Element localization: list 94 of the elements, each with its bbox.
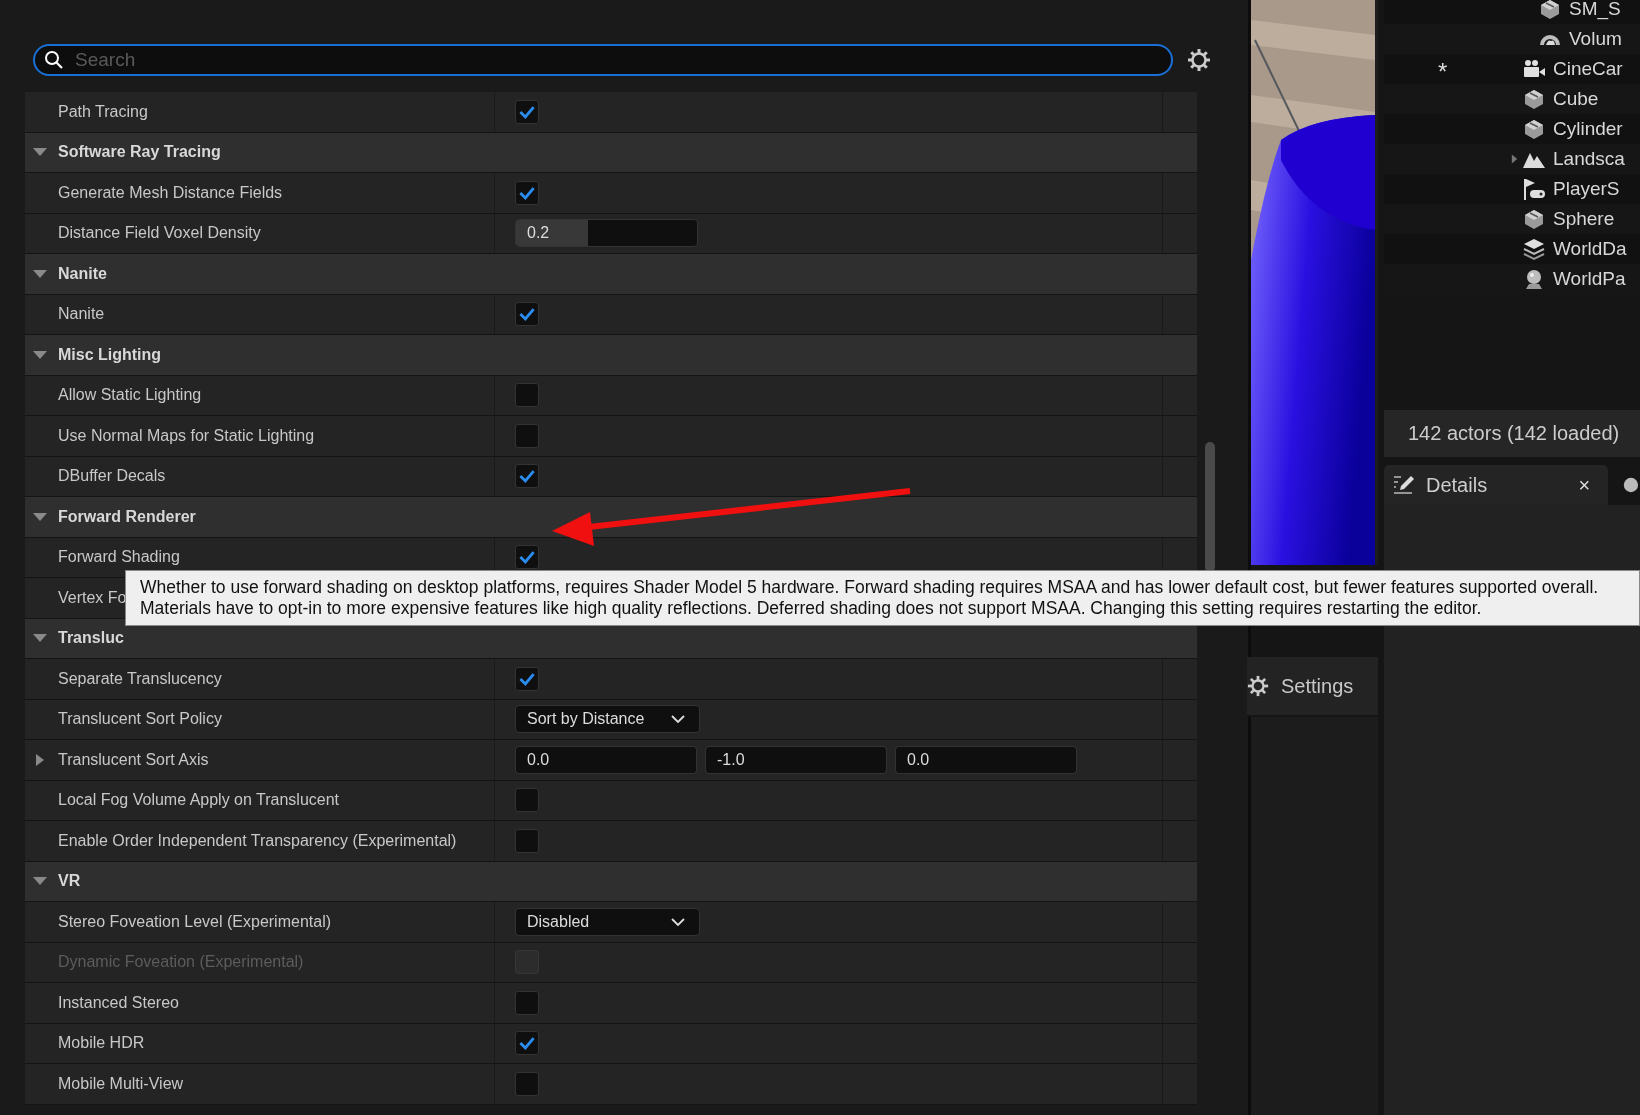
checkbox[interactable] <box>515 666 539 691</box>
number-field[interactable]: -1.0 <box>705 745 887 774</box>
tooltip-text: Whether to use forward shading on desktop platforms, requires Shader Model 5 hardware. Forward shading requires MSAA and has lower default cost, but fewer features supported overall. <box>140 577 1600 598</box>
checkbox[interactable] <box>515 1031 539 1056</box>
property-label: Generate Mesh Distance Fields <box>58 183 283 202</box>
collapse-arrow-icon[interactable] <box>33 511 47 522</box>
actor-name: Cylinder <box>1553 118 1623 140</box>
property-label: Local Fog Volume Apply on Translucent <box>58 791 340 810</box>
number-slider-field[interactable]: 0.2 <box>515 219 698 248</box>
category-header[interactable]: Software Ray Tracing <box>25 132 1197 173</box>
category-header[interactable]: Misc Lighting <box>25 335 1197 376</box>
chevron-down-icon <box>671 715 685 724</box>
close-button[interactable]: × <box>1578 473 1591 497</box>
checkbox[interactable] <box>515 423 539 448</box>
outliner-row[interactable]: * CineCar <box>1384 54 1640 84</box>
checkbox[interactable] <box>515 788 539 813</box>
actor-name: Landsca <box>1553 148 1625 170</box>
actor-name: PlayerS <box>1553 178 1620 200</box>
checkbox[interactable] <box>515 302 539 327</box>
actor-name: WorldPa <box>1553 268 1626 290</box>
collapse-arrow-icon[interactable] <box>33 268 47 279</box>
category-title: Misc Lighting <box>58 345 162 364</box>
modified-marker: * <box>1438 58 1448 86</box>
collapse-arrow-icon[interactable] <box>33 876 47 887</box>
category-header[interactable]: VR <box>25 861 1197 902</box>
category-header[interactable]: Forward Renderer <box>25 497 1197 538</box>
cube-icon <box>1522 117 1546 141</box>
actor-name: SM_S <box>1569 0 1621 20</box>
actor-name: Volum <box>1569 28 1622 50</box>
collapse-arrow-icon[interactable] <box>33 349 47 360</box>
circle-icon[interactable] <box>1622 475 1640 495</box>
pencil-icon <box>1392 473 1416 497</box>
collapse-arrow-icon[interactable] <box>33 147 47 158</box>
layers-icon <box>1522 237 1546 261</box>
property-label: Use Normal Maps for Static Lighting <box>58 426 315 445</box>
property-label: Mobile Multi-View <box>58 1074 184 1093</box>
number-field[interactable]: 0.0 <box>895 745 1077 774</box>
scrollbar-thumb[interactable] <box>1205 442 1215 572</box>
expand-arrow-icon[interactable] <box>35 752 45 767</box>
property-label: Enable Order Independent Transparency (Experimental) <box>58 831 457 850</box>
property-label: Allow Static Lighting <box>58 386 202 405</box>
category-title: Forward Renderer <box>58 507 196 526</box>
property-label: Nanite <box>58 305 105 324</box>
property-label: Translucent Sort Policy <box>58 710 222 729</box>
cube-icon <box>1522 207 1546 231</box>
checkbox[interactable] <box>515 464 539 489</box>
property-label: Distance Field Voxel Density <box>58 224 261 243</box>
outliner-row[interactable]: SM_S <box>1384 0 1640 24</box>
property-label: Dynamic Foveation (Experimental) <box>58 953 304 972</box>
category-title: Software Ray Tracing <box>58 143 221 162</box>
number-field[interactable]: 0.0 <box>515 745 697 774</box>
actor-count: 142 actors (142 loaded) <box>1408 422 1620 445</box>
cube-icon <box>1522 87 1546 111</box>
property-label: Separate Translucency <box>58 669 222 688</box>
settings-icon[interactable] <box>1187 48 1211 72</box>
outliner-row[interactable]: PlayerS <box>1384 174 1640 204</box>
chevron-down-icon <box>671 917 685 926</box>
details-tab[interactable]: Details × <box>1384 465 1609 505</box>
settings-button[interactable]: Settings <box>1247 657 1378 717</box>
property-label: Vertex Fo <box>58 588 127 607</box>
flag-gamepad-icon <box>1522 177 1546 201</box>
outliner-row[interactable]: WorldDa <box>1384 234 1640 264</box>
cube-icon <box>1538 0 1562 21</box>
actor-name: Cube <box>1553 88 1599 110</box>
checkbox[interactable] <box>515 99 539 124</box>
dropdown[interactable]: Disabled <box>515 907 700 936</box>
collapse-arrow-icon[interactable] <box>33 633 47 644</box>
checkbox[interactable] <box>515 1071 539 1096</box>
property-label: Instanced Stereo <box>58 993 179 1012</box>
property-label: DBuffer Decals <box>58 467 166 486</box>
category-header[interactable]: Nanite <box>25 254 1197 295</box>
property-label: Forward Shading <box>58 548 180 567</box>
dropdown[interactable]: Sort by Distance <box>515 705 700 734</box>
checkbox[interactable] <box>515 383 539 408</box>
checkbox[interactable] <box>515 828 539 853</box>
outliner-row[interactable]: Cylinder <box>1384 114 1640 144</box>
search-field[interactable]: Search <box>33 44 1173 76</box>
category-title: Nanite <box>58 264 107 283</box>
checkbox[interactable] <box>515 180 539 205</box>
search-icon <box>44 50 64 70</box>
category-title: Transluc <box>58 629 124 648</box>
property-label: Stereo Foveation Level (Experimental) <box>58 912 332 931</box>
gear-icon <box>1247 675 1269 697</box>
checkbox[interactable] <box>515 990 539 1015</box>
actor-name: WorldDa <box>1553 238 1627 260</box>
property-label: Translucent Sort Axis <box>58 750 209 769</box>
expand-arrow-icon[interactable] <box>1510 152 1519 166</box>
property-label: Mobile HDR <box>58 1034 145 1053</box>
category-title: VR <box>58 872 81 891</box>
property-label: Path Tracing <box>58 102 148 121</box>
checkbox[interactable] <box>515 545 539 570</box>
actor-name: CineCar <box>1553 58 1623 80</box>
tooltip-text: Materials have to opt-in to more expensive features like high quality reflections. Deferred shading does not support MSAA. Changing this setting requires restarting the editor. <box>140 598 1483 619</box>
actor-name: Sphere <box>1553 208 1615 230</box>
